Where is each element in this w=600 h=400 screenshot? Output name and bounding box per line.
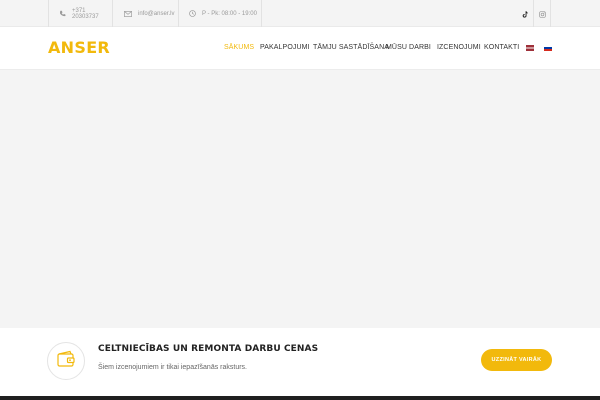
language-russian-flag-icon[interactable] [544, 45, 552, 51]
wallet-icon [56, 350, 76, 373]
envelope-icon [124, 10, 132, 17]
top-info-bar: +371 20303737 info@anser.lv P - Pk: 08:0… [0, 0, 600, 27]
instagram-link[interactable] [533, 0, 551, 27]
footer-edge [0, 396, 600, 400]
email-address[interactable]: info@anser.lv [138, 11, 174, 17]
opening-hours: P - Pk: 08:00 - 19:00 [178, 0, 262, 27]
banner-subtitle: Šiem izcenojumiem ir tikai iepazīšanās r… [98, 364, 247, 371]
tiktok-link[interactable] [516, 0, 534, 27]
nav-item-our-work[interactable]: MŪSU DARBI [386, 44, 431, 51]
banner-icon-frame [47, 342, 85, 380]
clock-icon [189, 10, 196, 17]
pricing-banner: CELTNIECĪBAS UN REMONTA DARBU CENAS Šiem… [0, 328, 600, 396]
hours-text: P - Pk: 08:00 - 19:00 [202, 10, 257, 17]
learn-more-button[interactable]: UZZINĀT VAIRĀK [481, 349, 552, 371]
site-header: ANSER SĀKUMS PAKALPOJUMI TĀMJU SASTĀDĪŠA… [0, 27, 600, 70]
nav-item-home[interactable]: SĀKUMS [224, 44, 254, 51]
email-info[interactable]: info@anser.lv [112, 0, 178, 27]
phone-icon [59, 10, 66, 17]
nav-item-pricing[interactable]: IZCENOJUMI [437, 44, 481, 51]
phone-info[interactable]: +371 20303737 [48, 0, 112, 27]
nav-item-estimates[interactable]: TĀMJU SASTĀDĪŠANA [313, 44, 389, 51]
tiktok-icon [522, 5, 528, 23]
hero-section [0, 70, 600, 328]
nav-item-services[interactable]: PAKALPOJUMI [260, 44, 310, 51]
phone-number[interactable]: +371 20303737 [72, 8, 112, 20]
main-navigation: SĀKUMS PAKALPOJUMI TĀMJU SASTĀDĪŠANA MŪS… [0, 27, 600, 70]
language-latvian-flag-icon[interactable] [526, 45, 534, 51]
nav-item-contacts[interactable]: KONTAKTI [484, 44, 519, 51]
instagram-icon [538, 5, 546, 23]
banner-title: CELTNIECĪBAS UN REMONTA DARBU CENAS [98, 344, 319, 354]
